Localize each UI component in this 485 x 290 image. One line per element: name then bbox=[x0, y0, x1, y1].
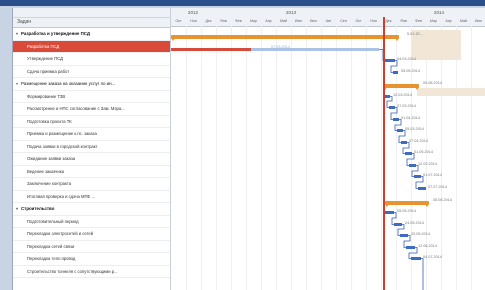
task-label: Итоговая проверка и сдача МПЕ ... bbox=[27, 193, 95, 199]
task-label: Разработка и утверждение ПСД bbox=[21, 31, 90, 36]
task-row[interactable]: Подготовительный период bbox=[13, 216, 170, 228]
gantt-timeline: 2012 2013 2014 Окт Ноя Дек Янв Фев Мар А… bbox=[171, 8, 485, 290]
task-label: Перекладка тепл.провод bbox=[27, 256, 76, 261]
dependency-links bbox=[379, 49, 424, 290]
today-line bbox=[383, 17, 385, 290]
task-row[interactable]: Перекладка тепл.провод bbox=[13, 253, 170, 266]
task-row[interactable]: Подготовка проекта ТК bbox=[13, 116, 170, 128]
task-row[interactable]: Перекладка электросетей и сетей bbox=[13, 228, 170, 241]
task-label: Рассмотрение и НПС согласование с Зам. М… bbox=[27, 106, 125, 111]
task-grid: Задач ▾ Разработка и утверждение ПСД Разр… bbox=[13, 8, 171, 290]
task-row[interactable]: Ожидание заявки заказа bbox=[13, 153, 170, 166]
task-label: Перекладка электросетей и сетей bbox=[27, 231, 94, 236]
task-label: Разработка ПСД bbox=[27, 43, 60, 49]
task-label: Утверждение ПСД bbox=[27, 56, 63, 61]
task-row[interactable]: Подача заявки в городской контракт bbox=[13, 141, 170, 153]
gantt-chart: Задач ▾ Разработка и утверждение ПСД Разр… bbox=[12, 8, 485, 290]
task-label: Ведение заказчика bbox=[27, 168, 64, 174]
task-label: Ожидание заявки заказа bbox=[27, 156, 76, 161]
collapse-toggle-icon[interactable]: ▾ bbox=[13, 78, 21, 90]
task-label: Заключение контракта bbox=[27, 181, 72, 186]
task-row[interactable]: Строительство тоннеля с сопутствующими р… bbox=[13, 266, 170, 278]
task-label: Подготовительный период bbox=[27, 218, 79, 224]
collapse-toggle-icon[interactable]: ▾ bbox=[13, 203, 21, 215]
task-row[interactable]: Перекладка сетей связи bbox=[13, 241, 170, 253]
task-column-header[interactable]: Задач bbox=[13, 18, 170, 28]
task-label: Формирование ТЗВ bbox=[27, 93, 66, 99]
task-row[interactable]: Заключение контракта bbox=[13, 178, 170, 191]
task-label: Приемка и размещение к.пс. заказа bbox=[27, 131, 97, 136]
task-label: Сдача приемка работ bbox=[27, 68, 70, 74]
collapse-toggle-icon[interactable]: ▾ bbox=[13, 28, 21, 40]
task-row-group[interactable]: ▾ Разработка и утверждение ПСД bbox=[13, 28, 170, 41]
task-label: Размещение заказа на оказание услуг по и… bbox=[21, 81, 116, 86]
task-row[interactable]: Сдача приемка работ bbox=[13, 66, 170, 78]
task-row-group[interactable]: ▾ Размещение заказа на оказание услуг по … bbox=[13, 78, 170, 91]
task-row[interactable]: Утверждение ПСД bbox=[13, 53, 170, 66]
task-row-group[interactable]: ▾ Строительство bbox=[13, 203, 170, 216]
task-grid-top-header bbox=[13, 8, 170, 18]
task-label: Строительство bbox=[21, 206, 55, 211]
task-row[interactable]: Формирование ТЗВ bbox=[13, 91, 170, 103]
task-label: Перекладка сетей связи bbox=[27, 243, 75, 249]
task-label: Строительство тоннеля с сопутствующими р… bbox=[27, 268, 118, 274]
task-row[interactable]: Рассмотрение и НПС согласование с Зам. М… bbox=[13, 103, 170, 116]
top-window-band bbox=[0, 0, 485, 6]
task-row-selected[interactable]: Разработка ПСД bbox=[13, 40, 170, 53]
task-label: Подготовка проекта ТК bbox=[27, 118, 72, 124]
task-label: Подача заявки в городской контракт bbox=[27, 143, 98, 149]
task-row[interactable]: Приемка и размещение к.пс. заказа bbox=[13, 128, 170, 141]
task-row[interactable]: Итоговая проверка и сдача МПЕ ... bbox=[13, 191, 170, 203]
task-row[interactable]: Ведение заказчика bbox=[13, 166, 170, 178]
